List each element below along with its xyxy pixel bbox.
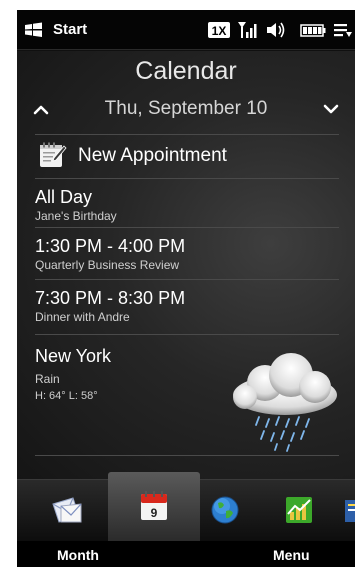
- weather-condition: Rain: [35, 372, 60, 386]
- new-appointment-label: New Appointment: [78, 145, 227, 166]
- menu-softkey[interactable]: Menu: [273, 545, 310, 565]
- divider: [35, 279, 339, 280]
- appointment-subject: Quarterly Business Review: [35, 258, 180, 272]
- page-title: Calendar: [135, 57, 237, 85]
- rain-cloud-icon: [233, 353, 337, 452]
- windows-logo-icon[interactable]: [23, 22, 45, 38]
- tab-internet[interactable]: [195, 480, 253, 542]
- tab-calendar[interactable]: 9: [108, 472, 200, 542]
- signal-strength-icon[interactable]: [237, 20, 257, 40]
- tab-strip: 9: [17, 472, 355, 542]
- tab-stocks[interactable]: [269, 480, 327, 542]
- speaker-icon[interactable]: [265, 20, 287, 40]
- appointment-time: 1:30 PM - 4:00 PM: [35, 236, 186, 256]
- notification-lines-icon[interactable]: [333, 20, 353, 40]
- appointment-subject: Jane's Birthday: [35, 209, 117, 223]
- chevron-down-icon[interactable]: [321, 100, 341, 118]
- 1x-network-icon: 1X: [208, 22, 230, 38]
- divider: [35, 178, 339, 179]
- notepad-pen-icon: [40, 142, 67, 167]
- appointment-time: 7:30 PM - 8:30 PM: [35, 288, 186, 308]
- appointment-item[interactable]: All Day Jane's Birthday: [35, 186, 339, 224]
- divider: [35, 134, 339, 135]
- stocks-chart-icon: [286, 497, 312, 523]
- weather-widget[interactable]: New York Rain H: 64° L: 58°: [35, 345, 339, 452]
- divider: [35, 334, 339, 335]
- divider: [35, 227, 339, 228]
- tab-mail[interactable]: [37, 480, 95, 542]
- chevron-up-icon[interactable]: [31, 100, 51, 118]
- status-bar: Start 1X: [17, 10, 355, 50]
- svg-text:9: 9: [151, 506, 158, 520]
- new-appointment-button[interactable]: New Appointment: [35, 138, 339, 174]
- start-button[interactable]: Start: [53, 21, 87, 39]
- current-date: Thu, September 10: [104, 98, 268, 119]
- month-softkey[interactable]: Month: [57, 545, 99, 565]
- weather-city: New York: [35, 346, 112, 366]
- weather-temps: H: 64° L: 58°: [35, 390, 98, 402]
- date-navigator: Thu, September 10: [17, 96, 355, 122]
- calendar-icon: 9: [141, 491, 167, 520]
- more-icon: [345, 500, 355, 522]
- softkey-bar: Month Menu: [17, 541, 355, 567]
- mail-icon: [52, 497, 82, 523]
- divider: [35, 455, 339, 456]
- appointment-time: All Day: [35, 187, 93, 207]
- phone-screen: Start 1X Calendar Thu, September 10 New …: [17, 10, 355, 567]
- calendar-panel: Calendar Thu, September 10 New Appointme…: [17, 51, 355, 479]
- appointment-subject: Dinner with Andre: [35, 310, 130, 324]
- svg-text:1X: 1X: [212, 24, 227, 38]
- internet-globe-icon: [211, 496, 239, 524]
- appointment-item[interactable]: 7:30 PM - 8:30 PM Dinner with Andre: [35, 287, 339, 325]
- appointment-item[interactable]: 1:30 PM - 4:00 PM Quarterly Business Rev…: [35, 235, 339, 273]
- battery-icon[interactable]: [300, 20, 326, 40]
- tab-more[interactable]: [335, 480, 355, 542]
